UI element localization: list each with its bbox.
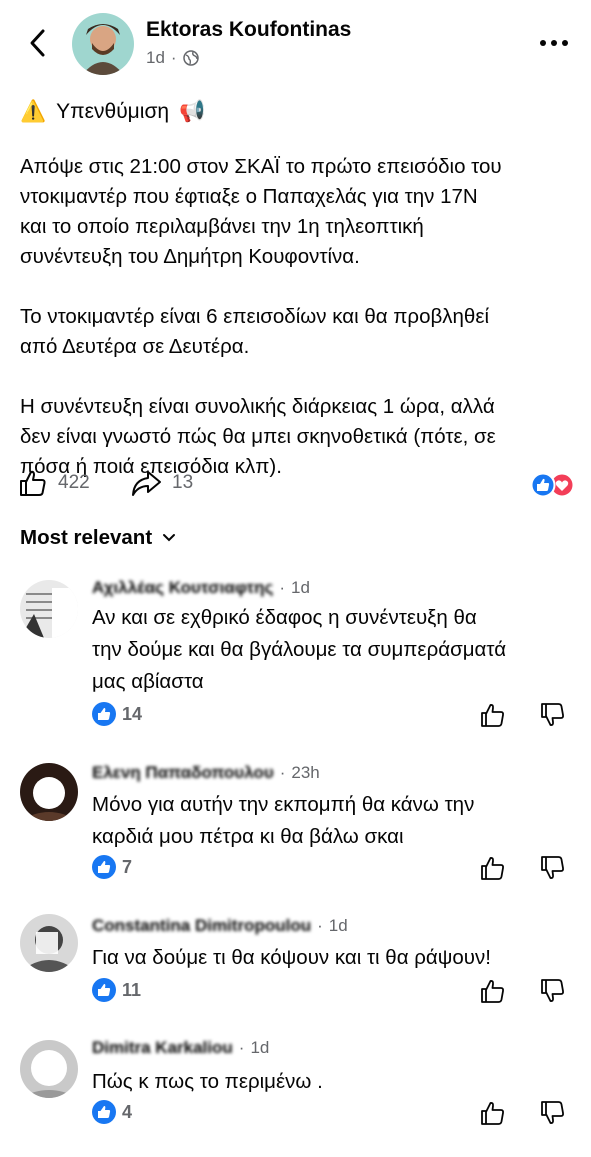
commenter-name[interactable]: Αχιλλέας Κουτσιαφτης: [92, 578, 273, 598]
comment-dislike-button[interactable]: [540, 1100, 566, 1131]
comment-dislike-button[interactable]: [540, 978, 566, 1009]
post-paragraph: Απόψε στις 21:00 στον ΣΚΑΪ το πρώτο επει…: [20, 155, 502, 268]
like-badge-icon: [92, 978, 116, 1002]
commenter-avatar[interactable]: [20, 763, 78, 821]
comment-like-button[interactable]: [480, 702, 506, 733]
dot-icon: [540, 40, 546, 46]
commenter-name[interactable]: Dimitra Karkaliou: [92, 1038, 233, 1058]
warning-icon: ⚠️: [20, 100, 47, 123]
thumbs-down-icon: [541, 979, 564, 1002]
comment-text: Αν και σε εχθρικό έδαφος η συνέντευξη θα…: [92, 606, 507, 693]
thumbs-up-icon: [20, 470, 46, 496]
comment-text: Για να δούμε τι θα κόψουν και τι θα ράψο…: [92, 946, 491, 969]
comment-like-button[interactable]: [480, 855, 506, 886]
thumbs-up-icon: [481, 980, 504, 1003]
like-count: 422: [58, 472, 90, 493]
like-badge-icon: [92, 1100, 116, 1124]
thumbs-down-icon: [541, 856, 564, 879]
post-title: ⚠️ Υπενθύμιση 📢: [20, 100, 205, 124]
back-button[interactable]: [22, 26, 52, 60]
like-badge-icon: [92, 702, 116, 726]
thumbs-up-icon: [481, 1102, 504, 1125]
post-time: 1d: [146, 48, 165, 67]
commenter-name[interactable]: Ελενη Παπαδοπουλου: [92, 763, 274, 783]
comment-footer: 14: [92, 702, 572, 730]
comment-like-button[interactable]: [480, 1100, 506, 1131]
commenter-meta: Ελενη Παπαδοπουλου · 23h: [92, 763, 320, 783]
post-paragraph: Το ντοκιμαντέρ είναι 6 επεισοδίων και θα…: [20, 305, 490, 358]
post-meta: 1d ·: [146, 48, 199, 68]
post-actions: 422 13: [18, 468, 578, 502]
comment-like-button[interactable]: [480, 978, 506, 1009]
sort-label: Most relevant: [20, 526, 153, 549]
dot-icon: [551, 40, 557, 46]
comment-time: 1d: [291, 578, 310, 597]
author-avatar[interactable]: [72, 13, 134, 75]
comment-footer: 11: [92, 978, 572, 1006]
like-button[interactable]: 422: [18, 468, 90, 498]
post-title-text: Υπενθύμιση: [56, 100, 170, 123]
post-body: Απόψε στις 21:00 στον ΣΚΑΪ το πρώτο επει…: [20, 152, 575, 512]
share-count: 13: [172, 472, 194, 493]
comment-like-count[interactable]: 11: [92, 978, 141, 1002]
comment-time: 1d: [250, 1038, 270, 1057]
comment-time: 23h: [291, 763, 320, 782]
comment-sort-dropdown[interactable]: Most relevant: [20, 526, 176, 550]
comment-footer: 4: [92, 1100, 572, 1128]
comment-dislike-button[interactable]: [540, 702, 566, 733]
more-options-button[interactable]: [534, 30, 574, 56]
comment-like-count[interactable]: 14: [92, 702, 142, 726]
comment-time: 1d: [328, 916, 348, 935]
share-button[interactable]: 13: [130, 468, 193, 498]
share-icon: [132, 471, 161, 496]
thumbs-down-icon: [541, 1101, 564, 1124]
post-header: Ektoras Koufontinas 1d ·: [0, 0, 591, 90]
comment-like-count[interactable]: 7: [92, 855, 132, 879]
comment-like-count[interactable]: 4: [92, 1100, 132, 1124]
reaction-summary[interactable]: [528, 472, 575, 498]
commenter-meta: Dimitra Karkaliou · 1d: [92, 1038, 270, 1058]
comment-footer: 7: [92, 855, 572, 883]
commenter-meta: Αχιλλέας Κουτσιαφτης · 1d: [92, 578, 310, 598]
comment-text: Μόνο για αυτήν την εκπομπή θα κάνω την κ…: [92, 793, 475, 848]
thumbs-up-icon: [481, 704, 504, 727]
thumbs-down-icon: [541, 703, 564, 726]
commenter-avatar[interactable]: [20, 580, 78, 638]
comment-text: Πώς κ πως το περιμένω .: [92, 1070, 323, 1093]
commenter-meta: Constantina Dimitropoulou · 1d: [92, 916, 348, 936]
megaphone-icon: 📢: [179, 100, 206, 123]
thumbs-up-icon: [481, 857, 504, 880]
like-badge-icon: [92, 855, 116, 879]
dot-icon: [562, 40, 568, 46]
author-name[interactable]: Ektoras Koufontinas: [146, 18, 351, 42]
commenter-avatar[interactable]: [20, 914, 78, 972]
commenter-avatar[interactable]: [20, 1040, 78, 1098]
chevron-down-icon: [163, 534, 176, 542]
commenter-name[interactable]: Constantina Dimitropoulou: [92, 916, 311, 936]
comment-dislike-button[interactable]: [540, 855, 566, 886]
globe-icon: [182, 50, 199, 66]
chevron-left-icon: [30, 29, 45, 57]
